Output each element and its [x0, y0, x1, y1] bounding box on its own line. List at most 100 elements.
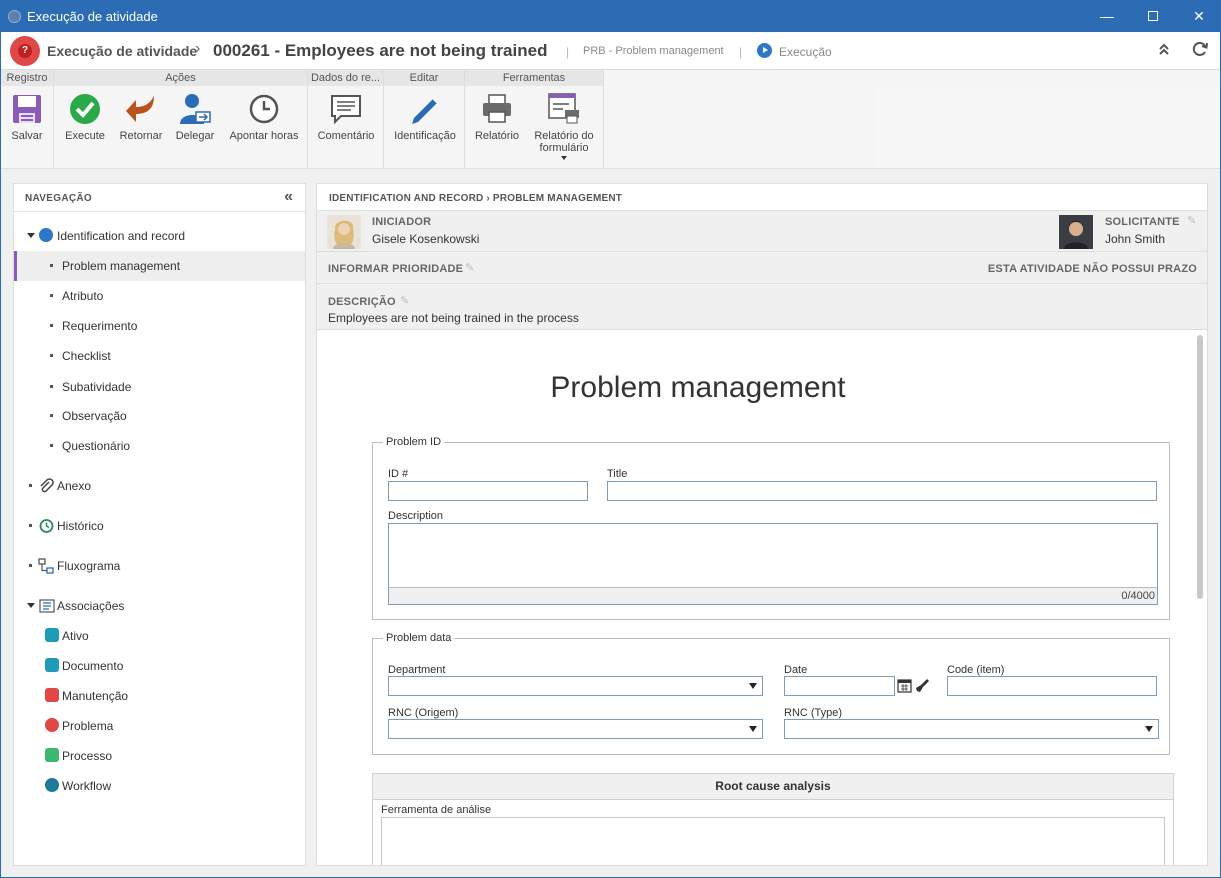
form-report-icon	[547, 92, 581, 126]
nav-item-label: Questionário	[62, 439, 131, 453]
nav-item-label: Requerimento	[62, 319, 138, 333]
id-label: ID #	[388, 468, 409, 480]
pencil-icon[interactable]: ✎	[465, 261, 474, 274]
expand-caret-icon[interactable]	[27, 603, 35, 608]
collapse-left-icon[interactable]: «	[284, 188, 293, 206]
comment-button[interactable]: Comentário	[314, 92, 378, 142]
nav-item-checklist[interactable]: Checklist	[14, 341, 305, 371]
description-textarea[interactable]	[388, 523, 1158, 589]
expand-caret-icon[interactable]	[27, 233, 35, 238]
nav-item-associacoes[interactable]: Associações	[14, 591, 305, 621]
process-icon	[45, 748, 59, 762]
nav-item-observacao[interactable]: Observação	[14, 401, 305, 431]
maximize-button[interactable]	[1130, 1, 1176, 32]
nav-item-anexo[interactable]: Anexo	[14, 471, 305, 501]
nav-item-subatividade[interactable]: Subatividade	[14, 372, 305, 402]
dropdown-caret-icon[interactable]	[561, 156, 567, 160]
close-button[interactable]: ✕	[1176, 1, 1221, 32]
execute-button[interactable]: Execute	[62, 92, 108, 142]
nav-item-workflow[interactable]: Workflow	[14, 771, 305, 801]
date-input[interactable]	[784, 676, 895, 696]
rnc-type-select[interactable]	[784, 719, 1159, 739]
dropdown-arrow-icon	[749, 726, 757, 732]
nav-item-documento[interactable]: Documento	[14, 651, 305, 681]
analysis-tool-field[interactable]	[381, 817, 1165, 865]
form-report-button-label: Relatório do formulário	[534, 130, 594, 154]
nav-item-label: Problema	[62, 719, 114, 733]
ribbon-group-acoes: Ações Execute Retornar Delegar Apontar h…	[54, 70, 308, 169]
id-input[interactable]	[388, 481, 588, 501]
delegate-button[interactable]: Delegar	[172, 92, 218, 142]
nav-item-fluxograma[interactable]: Fluxograma	[14, 551, 305, 581]
nav-item-label: Histórico	[57, 519, 104, 533]
department-select[interactable]	[388, 676, 763, 696]
content-panel: IDENTIFICATION AND RECORD › PROBLEM MANA…	[316, 183, 1208, 866]
ribbon-empty-area	[876, 88, 1220, 168]
code-item-label: Code (item)	[947, 664, 1005, 676]
problem-data-legend: Problem data	[383, 632, 455, 644]
pencil-icon[interactable]: ✎	[400, 294, 409, 307]
dropdown-arrow-icon	[749, 683, 757, 689]
comment-icon	[329, 92, 363, 126]
requester-name: John Smith	[1105, 232, 1166, 246]
title-bar: Execução de atividade — ✕	[1, 1, 1220, 32]
bullet	[50, 354, 53, 357]
scrollbar-thumb[interactable]	[1197, 335, 1203, 599]
header-crumb[interactable]: Execução de atividade	[47, 43, 197, 59]
nav-item-historico[interactable]: Histórico	[14, 511, 305, 541]
initiator-name: Gisele Kosenkowski	[372, 232, 480, 246]
minimize-button[interactable]: —	[1084, 1, 1130, 32]
priority-label[interactable]: INFORMAR PRIORIDADE	[328, 263, 463, 275]
return-button-label: Retornar	[119, 130, 163, 142]
problem-id-legend: Problem ID	[383, 436, 445, 448]
clear-brush-icon[interactable]	[914, 676, 931, 696]
problem-icon	[45, 718, 59, 732]
chevron-right-icon: ›	[195, 40, 201, 57]
nav-item-problem-management[interactable]: Problem management	[14, 251, 305, 281]
people-row: INICIADOR Gisele Kosenkowski SOLICITANTE…	[317, 211, 1207, 252]
requester-avatar	[1059, 215, 1093, 249]
code-item-input[interactable]	[947, 676, 1157, 696]
return-arrow-icon	[124, 92, 158, 126]
return-button[interactable]: Retornar	[116, 92, 166, 142]
form-report-button[interactable]: Relatório do formulário	[529, 92, 599, 160]
nav-item-label: Documento	[62, 659, 124, 673]
bullet	[50, 414, 53, 417]
nav-item-requerimento[interactable]: Requerimento	[14, 311, 305, 341]
problem-icon: ?	[10, 36, 40, 66]
report-button[interactable]: Relatório	[471, 92, 523, 142]
status-label: Execução	[779, 45, 832, 59]
date-label: Date	[784, 664, 808, 676]
calendar-icon[interactable]	[896, 676, 913, 696]
ribbon-group-label: Ações	[54, 70, 307, 86]
description-value: Employees are not being trained in the p…	[328, 311, 579, 325]
root-cause-panel: Ferramenta de análise	[372, 800, 1174, 865]
collapse-up-icon[interactable]	[1158, 42, 1170, 59]
clock-icon	[247, 92, 281, 126]
log-hours-button[interactable]: Apontar horas	[226, 92, 302, 142]
nav-item-identification[interactable]: Identification and record	[14, 221, 305, 251]
initiator-avatar	[327, 215, 361, 249]
nav-item-atributo[interactable]: Atributo	[14, 281, 305, 311]
execute-button-label: Execute	[65, 130, 105, 142]
refresh-icon[interactable]	[1190, 39, 1210, 64]
pencil-icon[interactable]: ✎	[1187, 214, 1196, 227]
nav-item-processo[interactable]: Processo	[14, 741, 305, 771]
nav-item-label: Workflow	[62, 779, 112, 793]
nav-item-manutencao[interactable]: Manutenção	[14, 681, 305, 711]
bullet	[50, 385, 53, 388]
nav-item-questionario[interactable]: Questionário	[14, 431, 305, 461]
nav-item-ativo[interactable]: Ativo	[14, 621, 305, 651]
rnc-origem-label: RNC (Origem)	[388, 707, 459, 719]
title-input[interactable]	[607, 481, 1157, 501]
priority-row: INFORMAR PRIORIDADE ✎ ESTA ATIVIDADE NÃO…	[317, 252, 1207, 284]
requester-label: SOLICITANTE	[1105, 216, 1180, 228]
rnc-origem-select[interactable]	[388, 719, 763, 739]
identification-button[interactable]: Identificação	[390, 92, 460, 142]
ribbon-group-registro: Registro Salvar	[1, 70, 54, 169]
nav-item-problema[interactable]: Problema	[14, 711, 305, 741]
flowchart-icon	[38, 558, 54, 574]
form-area: Problem management Problem ID ID # Title…	[317, 331, 1207, 865]
save-button[interactable]: Salvar	[7, 92, 47, 142]
form-title: Problem management	[550, 371, 846, 404]
